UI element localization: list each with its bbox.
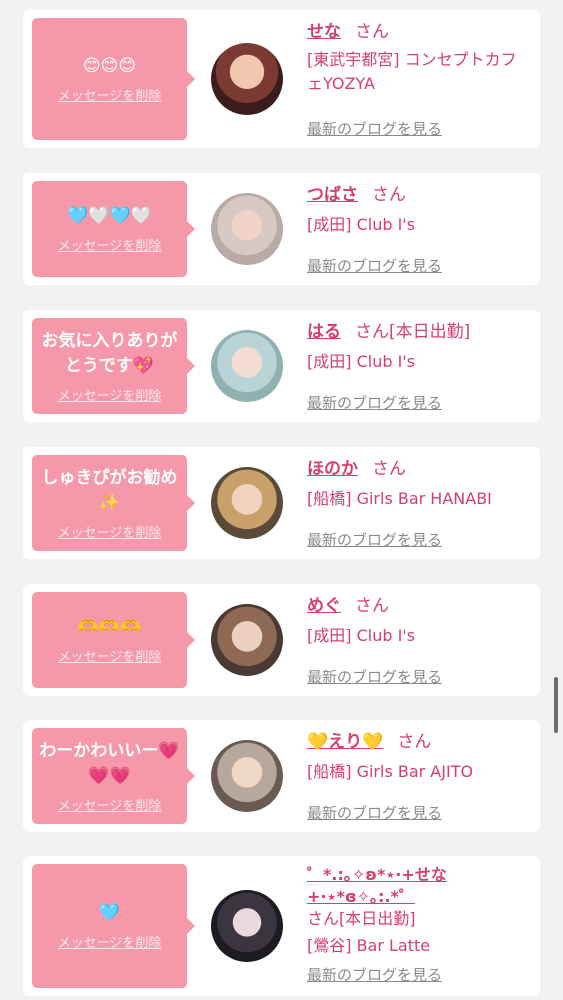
- latest-blog-link[interactable]: 最新のブログを見る: [307, 255, 442, 276]
- message-text: しゅきぴがお勧め✨: [41, 467, 178, 513]
- san-suffix: さん: [355, 596, 389, 616]
- avatar[interactable]: [211, 467, 283, 539]
- delete-message-link[interactable]: メッセージを削除: [58, 932, 162, 951]
- cast-name-link[interactable]: つばさ: [307, 185, 358, 205]
- cast-name-link[interactable]: はる: [307, 322, 341, 342]
- cast-name-link[interactable]: めぐ: [307, 596, 341, 616]
- avatar[interactable]: [211, 890, 283, 962]
- avatar[interactable]: [211, 193, 283, 265]
- list-item: しゅきぴがお勧め✨ メッセージを削除 ほのか さん [船橋] Girls Bar …: [23, 447, 540, 559]
- delete-message-link[interactable]: メッセージを削除: [58, 646, 162, 665]
- message-bubble: 🩵🤍🩵🤍 メッセージを削除: [32, 181, 195, 277]
- latest-blog-link[interactable]: 最新のブログを見る: [307, 666, 442, 687]
- shop-name: [成田] Club I's: [307, 352, 416, 371]
- san-suffix: さん: [372, 459, 406, 479]
- latest-blog-link[interactable]: 最新のブログを見る: [307, 964, 442, 985]
- message-bubble: 😊😊😊 メッセージを削除: [32, 18, 195, 140]
- avatar[interactable]: [211, 604, 283, 676]
- message-bubble: お気に入りありがとうです💖 メッセージを削除: [32, 318, 195, 414]
- shop-name: [船橋] Girls Bar AJITO: [307, 762, 474, 781]
- status-badge: [本日出勤]: [339, 909, 416, 928]
- list-item: わーかわいいー💗💗💗 メッセージを削除 💛えり💛 さん [船橋] Girls Ba…: [23, 720, 540, 832]
- list-item: お気に入りありがとうです💖 メッセージを削除 はる さん[本日出勤] [成田] C…: [23, 310, 540, 422]
- message-bubble: 🫶🫶🫶 メッセージを削除: [32, 592, 195, 688]
- cast-name-link[interactable]: ほのか: [307, 459, 358, 479]
- message-text: 😊😊😊: [82, 56, 137, 76]
- san-suffix: さん: [307, 909, 340, 928]
- latest-blog-link[interactable]: 最新のブログを見る: [307, 529, 442, 550]
- message-text: お気に入りありがとうです💖: [41, 330, 178, 376]
- delete-message-link[interactable]: メッセージを削除: [58, 522, 162, 541]
- san-suffix: さん: [372, 185, 406, 205]
- list-item: 🩵 メッセージを削除 ゜*.:｡✧ʚ*⋆·+せな+·⋆*ɞ✧｡:.*゜ さん[本…: [23, 856, 540, 996]
- shop-name: [船橋] Girls Bar HANABI: [307, 489, 492, 508]
- san-suffix: さん: [355, 22, 389, 42]
- latest-blog-link[interactable]: 最新のブログを見る: [307, 802, 442, 823]
- list-item: 😊😊😊 メッセージを削除 せな さん [東武宇都宮] コンセプトカフェYOZYA …: [23, 10, 540, 148]
- message-text: 🫶🫶🫶: [77, 617, 142, 637]
- cast-name-link[interactable]: ゜*.:｡✧ʚ*⋆·+せな+·⋆*ɞ✧｡:.*゜: [307, 865, 447, 906]
- san-suffix: さん: [355, 322, 389, 342]
- avatar[interactable]: [211, 740, 283, 812]
- cast-name-link[interactable]: 💛えり💛: [307, 732, 383, 752]
- avatar[interactable]: [211, 43, 283, 115]
- delete-message-link[interactable]: メッセージを削除: [58, 235, 162, 254]
- san-suffix: さん: [397, 732, 432, 752]
- message-text: わーかわいいー💗💗💗: [39, 740, 180, 786]
- latest-blog-link[interactable]: 最新のブログを見る: [307, 118, 442, 139]
- delete-message-link[interactable]: メッセージを削除: [58, 85, 162, 104]
- message-text: 🩵: [98, 903, 121, 923]
- message-bubble: わーかわいいー💗💗💗 メッセージを削除: [32, 728, 195, 824]
- status-badge: [本日出勤]: [389, 322, 471, 342]
- list-item: 🫶🫶🫶 メッセージを削除 めぐ さん [成田] Club I's 最新のブログを見…: [23, 584, 540, 696]
- message-text: 🩵🤍🩵🤍: [67, 206, 152, 226]
- shop-name: [成田] Club I's: [307, 626, 416, 645]
- delete-message-link[interactable]: メッセージを削除: [58, 385, 162, 404]
- shop-name: [成田] Club I's: [307, 215, 416, 234]
- shop-name: [鶯谷] Bar Latte: [307, 936, 431, 955]
- cast-name-link[interactable]: せな: [307, 22, 341, 42]
- avatar[interactable]: [211, 330, 283, 402]
- scrollbar-thumb[interactable]: [554, 677, 558, 733]
- latest-blog-link[interactable]: 最新のブログを見る: [307, 392, 442, 413]
- shop-name: [東武宇都宮] コンセプトカフェYOZYA: [307, 50, 517, 93]
- message-bubble: しゅきぴがお勧め✨ メッセージを削除: [32, 455, 195, 551]
- message-bubble: 🩵 メッセージを削除: [32, 864, 195, 988]
- delete-message-link[interactable]: メッセージを削除: [58, 795, 162, 814]
- list-item: 🩵🤍🩵🤍 メッセージを削除 つばさ さん [成田] Club I's 最新のブログ…: [23, 173, 540, 285]
